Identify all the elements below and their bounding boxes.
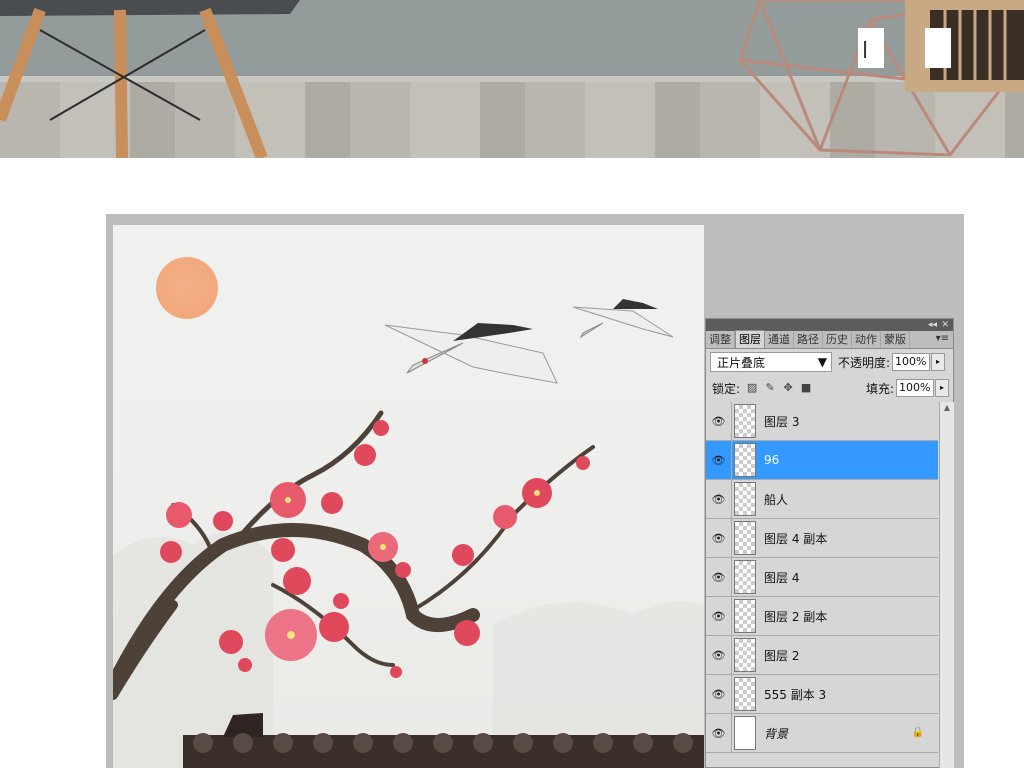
- tab-paths[interactable]: 路径: [794, 332, 823, 348]
- brush-icon[interactable]: ✎: [764, 382, 776, 394]
- lock-transparency-icon[interactable]: ▨: [746, 382, 758, 394]
- banner-illustration: l: [0, 0, 1024, 158]
- layer-row-selected[interactable]: 👁 96: [706, 440, 938, 480]
- layer-row[interactable]: 👁 船人: [706, 479, 938, 519]
- move-icon[interactable]: ✥: [782, 382, 794, 394]
- eye-icon[interactable]: 👁: [706, 479, 732, 519]
- layer-thumbnail: [734, 560, 756, 594]
- panel-tabs: 调整 图层 通道 路径 历史 动作 蒙版 ▾≡: [706, 330, 953, 349]
- panel-menu-icon[interactable]: ▾≡: [936, 333, 949, 344]
- tab-actions[interactable]: 动作: [852, 332, 881, 348]
- fill-slider-button[interactable]: ▸: [935, 379, 949, 397]
- opacity-label: 不透明度:: [838, 355, 891, 370]
- opacity-input[interactable]: 100%: [892, 353, 931, 371]
- fill-input[interactable]: 100%: [896, 379, 934, 397]
- fill-label: 填充:: [865, 381, 894, 396]
- layers-list: 👁 图层 3 👁 96 👁 船人 👁 图层 4 副本 👁 图层 4 👁 图层 2…: [706, 401, 938, 753]
- collapse-icon[interactable]: ◂◂: [928, 319, 937, 331]
- layer-name: 图层 2 副本: [764, 609, 828, 624]
- crane-right: [572, 299, 674, 339]
- layer-row[interactable]: 👁 图层 4 副本: [706, 518, 938, 558]
- lock-icon[interactable]: ■: [800, 382, 812, 394]
- layer-thumbnail: [734, 716, 756, 750]
- layer-name: 背景: [764, 726, 789, 741]
- eye-icon[interactable]: 👁: [706, 596, 732, 636]
- blend-mode-value: 正片叠底: [717, 355, 766, 370]
- eye-icon[interactable]: 👁: [706, 440, 732, 480]
- document-canvas[interactable]: [113, 225, 704, 768]
- blend-mode-select[interactable]: 正片叠底 ▼: [710, 352, 832, 372]
- layer-thumbnail: [734, 638, 756, 672]
- scroll-up-icon[interactable]: ▲: [940, 402, 954, 414]
- layer-name: 图层 2: [764, 648, 800, 663]
- svg-text:l: l: [862, 39, 868, 64]
- plum-blossom-artwork: [113, 257, 704, 768]
- opacity-slider-button[interactable]: ▸: [931, 353, 946, 371]
- blend-row: 正片叠底 ▼ 不透明度: 100% ▸: [706, 349, 953, 375]
- layer-name: 96: [764, 453, 780, 467]
- layer-row-background[interactable]: 👁 背景 🔒: [706, 713, 938, 753]
- layer-thumbnail: [734, 443, 756, 477]
- layer-name: 图层 4 副本: [764, 531, 828, 546]
- layer-row[interactable]: 👁 图层 2 副本: [706, 596, 938, 636]
- close-icon[interactable]: ✕: [941, 319, 949, 331]
- layer-lock-icon: 🔒: [911, 727, 924, 738]
- layer-name: 图层 3: [764, 414, 800, 429]
- layer-row[interactable]: 👁 图层 3: [706, 401, 938, 441]
- lock-row: 锁定: ▨ ✎ ✥ ■ 填充: 100% ▸: [706, 375, 953, 401]
- eye-icon[interactable]: 👁: [706, 713, 732, 753]
- tab-adjustments[interactable]: 调整: [706, 332, 735, 348]
- layer-row[interactable]: 👁 图层 2: [706, 635, 938, 675]
- layer-name: 555 副本 3: [764, 687, 827, 702]
- layer-thumbnail: [734, 677, 756, 711]
- lock-label: 锁定:: [712, 381, 741, 396]
- layer-row[interactable]: 👁 555 副本 3: [706, 674, 938, 714]
- layers-panel: ◂◂ ✕ 调整 图层 通道 路径 历史 动作 蒙版 ▾≡ 正片叠底 ▼ 不透明度…: [705, 318, 954, 768]
- crane-left: [384, 323, 558, 384]
- layer-name: 图层 4: [764, 570, 800, 585]
- eye-icon[interactable]: 👁: [706, 518, 732, 558]
- layer-thumbnail: [734, 404, 756, 438]
- interior-photo-banner: l: [0, 0, 1024, 158]
- dropdown-arrow-icon: ▼: [817, 355, 827, 369]
- layers-scrollbar[interactable]: ▲: [939, 402, 954, 768]
- layer-thumbnail: [734, 482, 756, 516]
- tab-history[interactable]: 历史: [823, 332, 852, 348]
- screenshot-root: l ◂◂ ✕ 调整 图层 通道 路径 历史 动作 蒙版 ▾≡ 正片叠底 ▼ 不透…: [0, 0, 1024, 768]
- tab-masks[interactable]: 蒙版: [881, 332, 910, 348]
- layer-name: 船人: [764, 492, 789, 507]
- eye-icon[interactable]: 👁: [706, 635, 732, 675]
- sun-shape: [156, 257, 218, 319]
- eye-icon[interactable]: 👁: [706, 674, 732, 714]
- eye-icon[interactable]: 👁: [706, 401, 732, 441]
- tab-channels[interactable]: 通道: [765, 332, 794, 348]
- eye-icon[interactable]: 👁: [706, 557, 732, 597]
- layer-row[interactable]: 👁 图层 4: [706, 557, 938, 597]
- tab-layers[interactable]: 图层: [735, 330, 765, 348]
- layer-thumbnail: [734, 599, 756, 633]
- layer-thumbnail: [734, 521, 756, 555]
